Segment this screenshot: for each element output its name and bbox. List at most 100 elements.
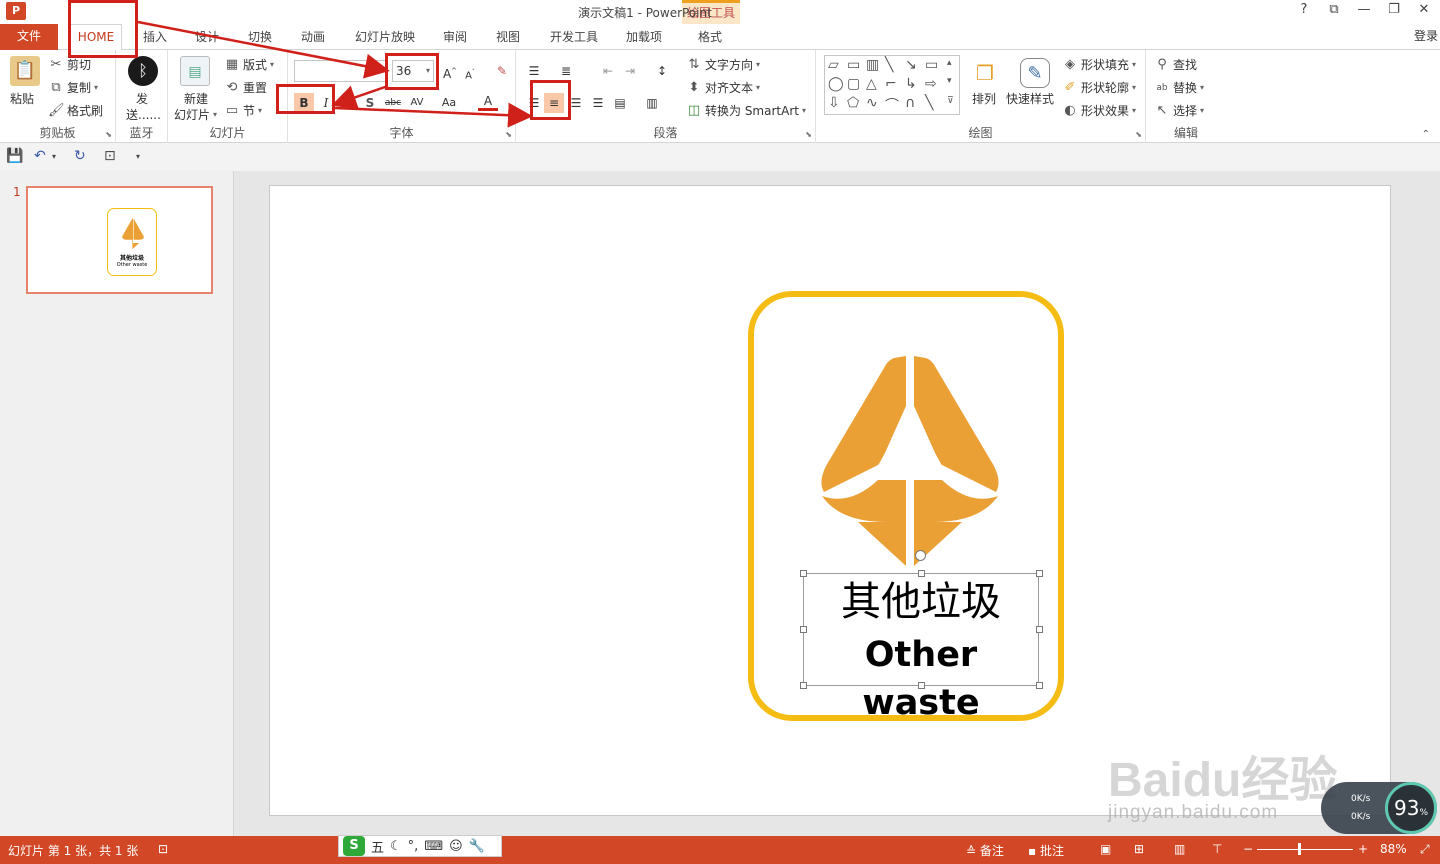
line-spacing-icon[interactable]: ↕	[652, 61, 672, 81]
decrease-indent-icon[interactable]: ⇤	[598, 61, 618, 81]
tab-slideshow[interactable]: 幻灯片放映	[348, 28, 422, 50]
zoom-in-icon[interactable]: +	[1358, 842, 1368, 856]
user-icon[interactable]: ☺	[449, 839, 463, 854]
shape-outline-button[interactable]: ✐ 形状轮廓 ▾	[1062, 79, 1136, 96]
presenter-icon[interactable]: ⊡	[104, 148, 116, 164]
vertical-textbox-icon[interactable]: ▥	[866, 57, 879, 73]
launcher-icon[interactable]: ⬊	[105, 130, 112, 139]
elbow-arrow-icon[interactable]: ↳	[905, 76, 917, 92]
language-icon[interactable]: ⊡	[158, 842, 168, 856]
change-case-button[interactable]: Aa	[438, 93, 460, 113]
slide-canvas[interactable]: 其他垃圾 Other waste	[269, 185, 1391, 816]
pentagon-shape-icon[interactable]: ⬠	[847, 95, 859, 111]
gallery-up-icon[interactable]: ▴	[947, 58, 952, 68]
gallery-down-icon[interactable]: ▾	[947, 76, 952, 86]
copy-button[interactable]: ⧉ 复制 ▾	[48, 79, 98, 96]
resize-handle[interactable]	[800, 682, 807, 689]
undo-icon[interactable]: ↶	[34, 148, 46, 164]
slide-sorter-icon[interactable]: ⊞	[1134, 842, 1144, 856]
keyboard-icon[interactable]: ⌨	[424, 839, 443, 854]
title-textbox[interactable]: 其他垃圾 Other waste	[803, 573, 1039, 723]
tab-file[interactable]: 文件	[0, 24, 58, 50]
tab-review[interactable]: 审阅	[438, 28, 472, 50]
align-center-icon[interactable]: ≡	[544, 93, 564, 113]
quick-styles-button[interactable]: 快速样式	[1006, 90, 1054, 107]
zoom-level[interactable]: 88%	[1380, 842, 1407, 856]
restore-icon[interactable]: ❐	[1386, 2, 1402, 17]
columns-icon[interactable]: ▥	[642, 93, 662, 113]
select-button[interactable]: ↖ 选择 ▾	[1154, 102, 1204, 119]
tab-design[interactable]: 设计	[190, 28, 224, 50]
replace-button[interactable]: ab 替换 ▾	[1154, 79, 1204, 96]
arrange-button[interactable]: 排列	[972, 90, 996, 107]
login-link[interactable]: 登录	[1414, 27, 1438, 44]
tab-addins[interactable]: 加载项	[621, 28, 667, 50]
gallery-more-icon[interactable]: ⊽	[947, 96, 954, 106]
arc-shape-icon[interactable]: ⌒	[885, 95, 899, 115]
tab-view[interactable]: 视图	[491, 28, 525, 50]
resize-handle[interactable]	[1036, 626, 1043, 633]
shrink-font-icon[interactable]: Aˇ	[460, 63, 480, 83]
numbering-icon[interactable]: ≣	[556, 61, 576, 81]
bold-button[interactable]: B	[294, 93, 314, 113]
fit-to-window-icon[interactable]: ⤢	[1420, 842, 1430, 857]
tab-developer[interactable]: 开发工具	[544, 28, 604, 50]
close-icon[interactable]: ✕	[1416, 2, 1432, 17]
reset-button[interactable]: ⟲ 重置	[224, 79, 267, 96]
notes-button[interactable]: ≙ 备注	[966, 842, 1004, 859]
resize-handle[interactable]	[918, 682, 925, 689]
shape-fill-button[interactable]: ◈ 形状填充 ▾	[1062, 56, 1136, 73]
tab-home[interactable]: HOME	[70, 24, 122, 51]
justify-icon[interactable]: ☰	[588, 93, 608, 113]
tab-animations[interactable]: 动画	[296, 28, 330, 50]
font-size-combo[interactable]: 36 ▾	[392, 60, 434, 82]
resize-handle[interactable]	[800, 570, 807, 577]
zoom-slider[interactable]	[1257, 849, 1353, 850]
grow-font-icon[interactable]: A^	[440, 61, 460, 81]
increase-indent-icon[interactable]: ⇥	[620, 61, 640, 81]
send-line-2[interactable]: 送......	[126, 106, 161, 123]
resize-handle[interactable]	[918, 570, 925, 577]
launcher-icon[interactable]: ⬊	[805, 130, 812, 139]
char-spacing-button[interactable]: AV	[406, 93, 428, 113]
slide-thumbnail[interactable]: 其他垃圾 Other waste	[26, 186, 213, 294]
right-arrow-shape-icon[interactable]: ⇨	[925, 76, 937, 92]
wrench-icon[interactable]: 🔧	[469, 839, 485, 854]
new-slide-line-1[interactable]: 新建	[184, 90, 208, 107]
strikethrough-button[interactable]: abc	[382, 93, 404, 113]
rectangle-shape-icon[interactable]: ▭	[925, 57, 938, 73]
italic-button[interactable]: I	[316, 93, 336, 113]
ime-mode[interactable]: 五	[371, 837, 384, 856]
rounded-rect-icon[interactable]: ▢	[847, 76, 860, 92]
cut-button[interactable]: ✂ 剪切	[48, 56, 91, 73]
shape-effects-button[interactable]: ◐ 形状效果 ▾	[1062, 102, 1136, 119]
section-button[interactable]: ▭ 节 ▾	[224, 102, 262, 119]
network-speed-widget[interactable]: 0K/s 0K/s 93%	[1321, 782, 1437, 834]
shapes-gallery[interactable]: ▱ ▭ ▥ ╲ ↘ ▭ ◯ ▢ △ ⌐ ↳ ⇨ ⇩ ⬠ ∿ ⌒ ∩ ╲ ▴ ▾ …	[824, 55, 960, 115]
sogou-logo[interactable]: S	[343, 836, 365, 856]
slideshow-view-icon[interactable]: ⊤	[1212, 842, 1222, 856]
recycle-triangle-arrow-icon[interactable]	[810, 346, 1010, 566]
resize-handle[interactable]	[1036, 682, 1043, 689]
elbow-connector-icon[interactable]: ⌐	[885, 76, 897, 92]
tab-format[interactable]: 格式	[690, 28, 730, 50]
underline-button[interactable]: U	[338, 93, 358, 113]
shadow-button[interactable]: S	[360, 93, 380, 113]
send-line-1[interactable]: 发	[136, 90, 148, 107]
rotate-handle[interactable]	[915, 550, 926, 561]
chevron-down-icon[interactable]: ▾	[52, 152, 56, 161]
launcher-icon[interactable]: ⬊	[505, 130, 512, 139]
curve-shape-icon[interactable]: ∿	[866, 95, 878, 111]
tab-insert[interactable]: 插入	[138, 28, 172, 50]
new-slide-button[interactable]: 幻灯片 ▾	[174, 106, 217, 123]
ribbon-display-icon[interactable]: ⧉	[1326, 2, 1342, 17]
moon-icon[interactable]: ☾	[390, 839, 402, 854]
punctuation-icon[interactable]: °,	[408, 839, 419, 854]
textbox-shape-icon[interactable]: ▱	[828, 57, 839, 73]
save-icon[interactable]: 💾	[6, 148, 23, 164]
ime-toolbar[interactable]: S 五 ☾ °, ⌨ ☺ 🔧	[338, 835, 502, 857]
resize-handle[interactable]	[800, 626, 807, 633]
bullets-icon[interactable]: ☰	[524, 61, 544, 81]
sign-title-cn[interactable]: 其他垃圾	[804, 578, 1038, 626]
textbox-shape-icon[interactable]: ▭	[847, 57, 860, 73]
